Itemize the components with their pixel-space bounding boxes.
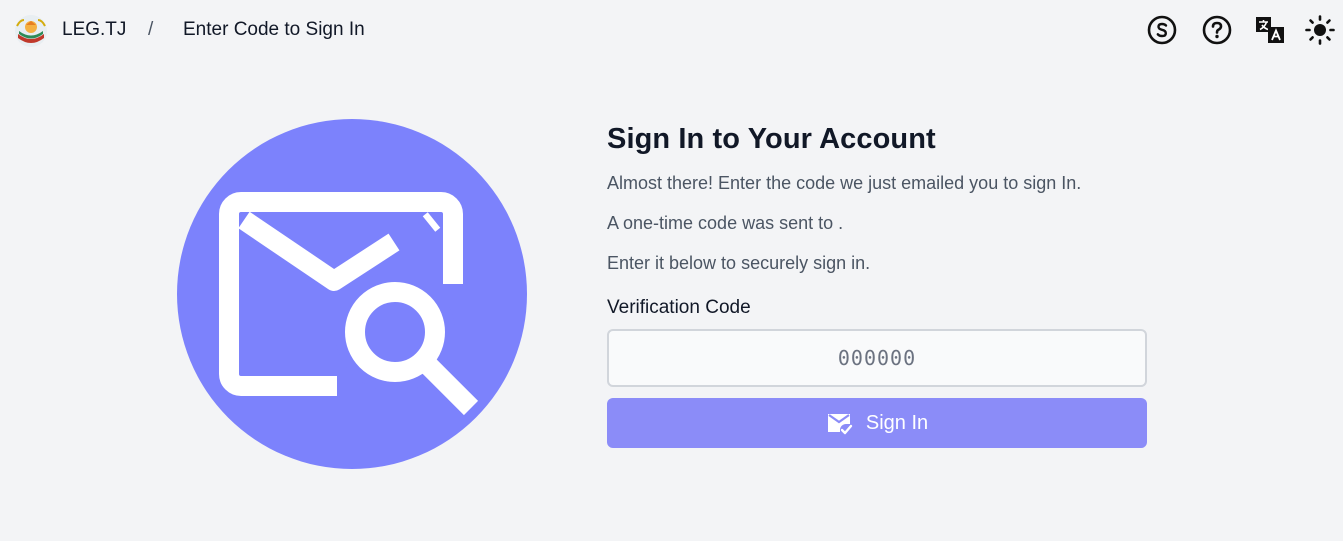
help-button[interactable] [1201,14,1233,46]
signin-form: Sign In to Your Account Almost there! En… [607,120,1147,448]
verification-code-label: Verification Code [607,297,751,318]
brand-name[interactable]: LEG.TJ [62,19,126,41]
sign-in-label: Sign In [865,411,929,434]
mail-check-icon [827,414,853,435]
breadcrumb-separator: / [148,19,154,40]
verification-code-input[interactable] [607,329,1147,387]
translate-icon [1256,17,1284,43]
email-search-illustration [177,119,527,469]
translate-button[interactable] [1254,14,1286,46]
subscription-icon [1147,15,1177,45]
help-icon [1202,15,1232,45]
theme-sun-icon [1305,15,1335,45]
instruction-line-1: Almost there! Enter the code we just ema… [607,173,1082,193]
breadcrumb-current: Enter Code to Sign In [183,19,365,40]
theme-toggle-button[interactable] [1304,14,1336,46]
mail-search-icon [177,119,527,469]
page-title: Sign In to Your Account [607,123,936,155]
instruction-line-2: A one-time code was sent to . [607,213,844,233]
logo-emblem[interactable] [14,14,48,48]
sign-in-button[interactable]: Sign In [607,398,1147,448]
instruction-line-3: Enter it below to securely sign in. [607,253,871,273]
subscription-button[interactable] [1146,14,1178,46]
top-bar: LEG.TJ / Enter Code to Sign In [0,0,1343,62]
